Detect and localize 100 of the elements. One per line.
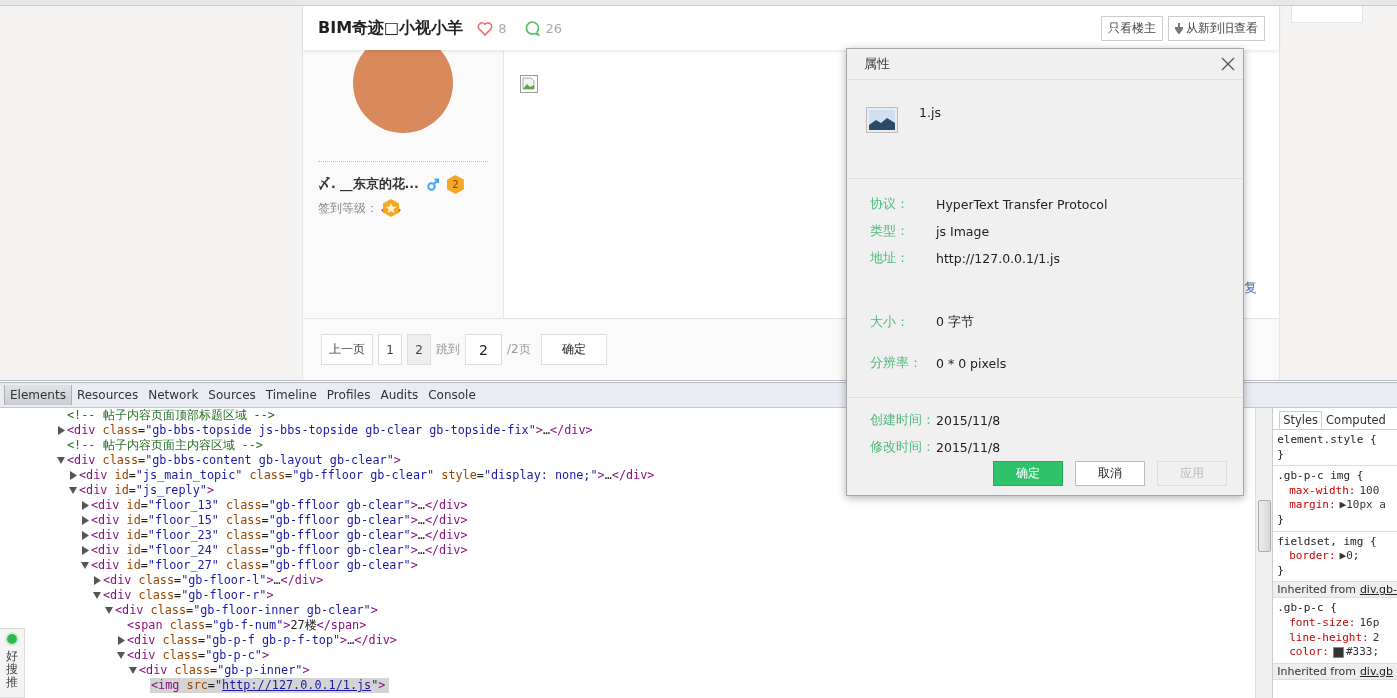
disclosure-triangle-icon[interactable] [80, 531, 90, 540]
widget-label: 好搜推 [6, 650, 18, 690]
disclosure-triangle-icon[interactable] [92, 576, 102, 585]
css-declaration: max-width: 100 [1288, 483, 1381, 499]
devtools-tab[interactable]: Resources [71, 385, 144, 405]
code-link[interactable]: http://127.0.0.1/1.js [222, 678, 372, 692]
code-line[interactable]: <!-- 帖子内容页面顶部标题区域 --> [66, 408, 279, 423]
code-line[interactable]: <div id="js_reply"> [78, 483, 218, 498]
code-line[interactable]: <!-- 帖子内容页面主内容区域 --> [66, 438, 267, 453]
code-line[interactable]: <div class="gb-floor-l">…</div> [102, 573, 328, 588]
code-line[interactable]: <div class="gb-p-inner"> [138, 663, 314, 678]
css-brace: } [1277, 447, 1285, 463]
devtools-tab[interactable]: Elements [4, 385, 72, 405]
code-line[interactable]: <div class="gb-p-c"> [126, 648, 274, 663]
devtools-tab[interactable]: Network [143, 385, 204, 405]
property-value: 0 * 0 pixels [936, 356, 1007, 371]
post-title: BIM奇迹□小视小羊 [318, 17, 464, 39]
css-brace: } [1277, 563, 1285, 579]
devtools-tab[interactable]: Audits [375, 385, 424, 405]
css-brace: } [1277, 512, 1285, 528]
disclosure-triangle-icon[interactable] [56, 426, 66, 435]
status-dot [5, 632, 19, 646]
disclosure-triangle-icon[interactable] [128, 666, 138, 675]
css-selector: .gb-p-c img { [1277, 469, 1365, 484]
checkin-label: 签到等级： [318, 199, 378, 217]
confirm-button[interactable]: 确定 [540, 334, 607, 365]
disclosure-triangle-icon[interactable] [80, 561, 90, 570]
code-line[interactable]: <div class="gb-bbs-content gb-layout gb-clear"> [66, 453, 405, 468]
code-line[interactable]: <div id="floor_24" class="gb-ffloor gb-clear">…</div> [90, 543, 472, 558]
dialog-button[interactable]: 取消 [1075, 461, 1145, 486]
property-label: 协议： [870, 196, 910, 213]
property-value: http://127.0.0.1/1.js [936, 251, 1061, 266]
page-button[interactable]: 1 [378, 334, 402, 365]
level-badge: 2 [446, 175, 464, 194]
property-label: 大小： [870, 314, 910, 331]
reply-link[interactable]: 复 [1244, 279, 1257, 297]
page-input[interactable]: 2 [465, 334, 502, 365]
property-value: js Image [936, 224, 990, 239]
css-declaration: margin: ▶10px a [1288, 498, 1387, 513]
broken-image-icon [520, 75, 538, 93]
code-line[interactable]: <div id="floor_23" class="gb-ffloor gb-clear">…</div> [90, 528, 472, 543]
property-label: 修改时间： [870, 439, 936, 456]
disclosure-triangle-icon[interactable] [80, 546, 90, 555]
disclosure-triangle-icon[interactable] [80, 516, 90, 525]
inherited-label: Inherited from [1277, 664, 1356, 678]
disclosure-triangle-icon[interactable] [68, 486, 78, 495]
inherited-link[interactable]: div.gb [1359, 664, 1394, 678]
inherited-label: Inherited from [1277, 583, 1356, 597]
scrollbar[interactable] [1255, 408, 1273, 698]
previous-page-button[interactable]: 上一页 [321, 334, 373, 365]
filter-button[interactable]: 只看楼主 [1101, 15, 1163, 41]
code-line[interactable]: <span class="gb-f-num">27楼</span> [126, 618, 371, 633]
disclosure-triangle-icon[interactable] [80, 501, 90, 510]
star-badge-icon [380, 198, 402, 218]
side-widget[interactable]: 好搜推 [0, 628, 25, 698]
css-declaration: font-size: 16p [1288, 615, 1381, 631]
disclosure-triangle-icon[interactable] [92, 591, 102, 600]
property-label: 地址： [870, 250, 910, 267]
styles-tab[interactable]: Styles [1279, 411, 1323, 429]
disclosure-triangle-icon[interactable] [104, 606, 114, 615]
disclosure-triangle-icon[interactable] [116, 651, 126, 660]
sort-button[interactable]: 从新到旧查看 [1168, 15, 1265, 41]
css-selector: .gb-p-c { [1277, 601, 1338, 616]
property-label: 分辨率： [870, 355, 923, 372]
devtools-tab[interactable]: Sources [203, 385, 261, 405]
male-icon [426, 178, 439, 191]
like-count: 8 [498, 20, 507, 36]
property-label: 类型： [870, 223, 910, 240]
color-swatch[interactable] [1332, 646, 1344, 658]
disclosure-triangle-icon[interactable] [68, 471, 78, 480]
css-declaration: border: ▶0; [1288, 549, 1361, 564]
user-name[interactable]: 〆. __东京的花... [318, 176, 419, 193]
dialog-title: 属性 [864, 55, 890, 73]
heart-icon[interactable] [477, 20, 494, 36]
comment-count: 26 [545, 20, 562, 36]
jump-label: 跳到 [436, 341, 460, 358]
styles-tab[interactable]: Computed [1322, 411, 1390, 429]
code-line[interactable]: <div id="floor_27" class="gb-ffloor gb-clear"> [90, 558, 422, 573]
devtools-tab[interactable]: Console [423, 385, 481, 405]
code-line[interactable]: <div id="js_main_topic" class="gb-ffloor gb-clear" style="display: none;">…</div> [78, 468, 659, 483]
page-button[interactable]: 2 [407, 334, 431, 365]
css-selector: fieldset, img { [1277, 534, 1378, 550]
code-line[interactable]: <div class="gb-p-f gb-p-f-top">…</div> [126, 633, 401, 648]
property-value: HyperText Transfer Protocol [936, 197, 1108, 212]
code-line[interactable]: <div class="gb-floor-inner gb-clear"> [114, 603, 382, 618]
code-line[interactable]: <div id="floor_15" class="gb-ffloor gb-clear">…</div> [90, 513, 472, 528]
image-file-icon [866, 107, 898, 133]
devtools-tab[interactable]: Timeline [260, 385, 322, 405]
css-declaration: color: #333; [1288, 645, 1381, 660]
property-value: 2015/11/8 [936, 440, 1001, 455]
file-name: 1.js [919, 105, 941, 120]
code-line[interactable]: <div class="gb-bbs-topside js-bbs-topside gb-clear gb-topside-fix">…</div> [66, 423, 597, 438]
close-icon[interactable] [1221, 57, 1235, 71]
disclosure-triangle-icon[interactable] [116, 636, 126, 645]
css-declaration: line-height: 2 [1288, 630, 1381, 646]
code-line[interactable]: <div class="gb-floor-r"> [102, 588, 278, 603]
code-line[interactable]: <div id="floor_13" class="gb-ffloor gb-clear">…</div> [90, 498, 472, 513]
disclosure-triangle-icon[interactable] [56, 456, 66, 465]
devtools-tab[interactable]: Profiles [321, 385, 376, 405]
inherited-link[interactable]: div.gb- [1359, 583, 1397, 597]
